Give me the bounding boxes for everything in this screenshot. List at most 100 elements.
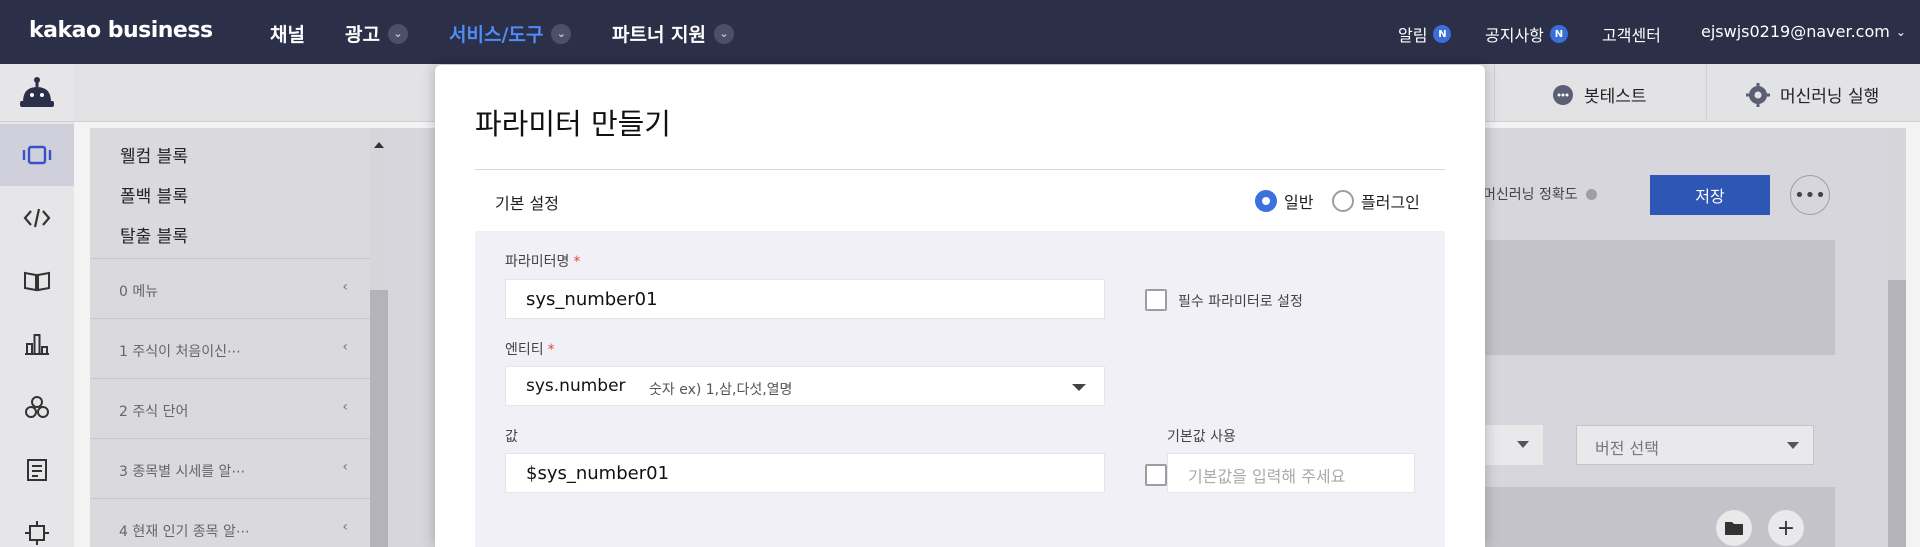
required-mark: * <box>547 342 555 358</box>
radio-plugin[interactable]: 플러그인 <box>1332 189 1420 213</box>
chevron-down-icon: ⌄ <box>714 23 735 44</box>
scenario-label: 3 종목별 시세를 알⋯ <box>119 464 246 480</box>
entity-icon <box>25 396 49 418</box>
notice-link[interactable]: 공지사항 N <box>1485 22 1568 46</box>
rail-entity[interactable] <box>0 376 74 438</box>
nav-ads[interactable]: 광고 ⌄ <box>345 20 408 47</box>
version-select-label: 버전 선택 <box>1595 439 1659 458</box>
account-email: ejswjs0219@naver.com <box>1701 22 1890 41</box>
entity-label: 엔티티 * <box>505 339 555 359</box>
entity-label-text: 엔티티 <box>505 342 544 358</box>
new-badge: N <box>1549 25 1568 43</box>
rail-scenario[interactable] <box>0 124 74 186</box>
caret-down-icon <box>1787 442 1799 449</box>
scenario-label: 1 주식이 처음이신⋯ <box>119 344 241 360</box>
select-box[interactable] <box>1483 425 1543 465</box>
basic-settings-label: 기본 설정 <box>495 194 559 213</box>
param-name-input[interactable]: sys_number01 <box>505 279 1105 319</box>
nav-partner-support[interactable]: 파트너 지원 ⌄ <box>612 20 735 47</box>
rail-knowledge[interactable] <box>0 250 74 312</box>
scenario-item[interactable]: 1 주식이 처음이신⋯ ‹ <box>90 318 370 378</box>
bot-avatar-button[interactable] <box>0 64 74 122</box>
block-list-scroll-thumb[interactable] <box>370 290 388 547</box>
chevron-down-icon: ⌄ <box>387 23 408 44</box>
support-link[interactable]: 고객센터 <box>1602 22 1661 46</box>
chat-bubble-icon <box>1553 84 1573 105</box>
chevron-left-icon: ‹ <box>342 339 348 355</box>
scenario-item[interactable]: 3 종목별 시세를 알⋯ ‹ <box>90 438 370 498</box>
value-input[interactable]: $sys_number01 <box>505 453 1105 493</box>
settings-icon <box>25 521 49 545</box>
nav-partner-support-label: 파트너 지원 <box>612 24 707 46</box>
scenario-label: 4 현재 인기 종목 알⋯ <box>119 524 250 540</box>
nav-services-tools[interactable]: 서비스/도구 ⌄ <box>449 20 572 47</box>
required-param-checkbox[interactable] <box>1145 289 1167 311</box>
radio-checked-icon <box>1255 190 1277 212</box>
scroll-up-arrow-icon[interactable] <box>374 142 384 148</box>
exit-block[interactable]: 탈출 블록 <box>120 222 188 247</box>
radio-unchecked-icon <box>1332 190 1354 212</box>
radio-general[interactable]: 일반 <box>1255 189 1313 213</box>
required-param-checkbox-label: 필수 파라미터로 설정 <box>1178 294 1303 310</box>
default-value-input[interactable]: 기본값을 입력해 주세요 <box>1167 453 1415 493</box>
nav-channel[interactable]: 채널 <box>270 20 305 47</box>
caret-down-icon <box>1072 384 1086 391</box>
support-label: 고객센터 <box>1602 26 1661 45</box>
folder-button[interactable] <box>1716 510 1752 546</box>
divider <box>1706 64 1707 122</box>
block-list: 웰컴 블록 폴백 블록 탈출 블록 0 메뉴 ‹ 1 주식이 처음이신⋯ ‹ 2… <box>90 128 370 547</box>
rail-settings[interactable] <box>0 502 74 547</box>
default-value-checkbox[interactable] <box>1145 464 1167 486</box>
parameter-form: 파라미터명 * sys_number01 필수 파라미터로 설정 엔티티 * sys… <box>475 231 1445 547</box>
add-button[interactable]: + <box>1768 510 1804 546</box>
param-name-label: 파라미터명 * <box>505 251 580 271</box>
welcome-block[interactable]: 웰컴 블록 <box>120 142 188 167</box>
entity-hint: 숫자 ex) 1,삼,다섯,열명 <box>649 382 793 398</box>
entity-dropdown[interactable]: sys.number 숫자 ex) 1,삼,다섯,열명 <box>505 366 1105 406</box>
scenario-icon <box>22 145 52 165</box>
scenario-item[interactable]: 4 현재 인기 종목 알⋯ ‹ <box>90 498 370 547</box>
chevron-down-icon: ⌄ <box>551 23 572 44</box>
gear-icon <box>1746 82 1770 107</box>
chevron-left-icon: ‹ <box>342 279 348 295</box>
nav-services-tools-label: 서비스/도구 <box>449 24 544 46</box>
bot-test-button[interactable]: 봇테스트 <box>1552 82 1647 107</box>
alarm-link[interactable]: 알림 N <box>1398 22 1452 46</box>
editor-scroll-thumb[interactable] <box>1888 280 1906 547</box>
save-button[interactable]: 저장 <box>1650 175 1770 215</box>
ml-accuracy-label: 머신러닝 정확도 <box>1483 187 1578 203</box>
ml-run-button[interactable]: 머신러닝 실행 <box>1746 82 1879 107</box>
rail-form[interactable] <box>0 439 74 501</box>
top-navigation: kakao business 채널 광고 ⌄ 서비스/도구 ⌄ 파트너 지원 ⌄… <box>0 0 1920 64</box>
fallback-block[interactable]: 폴백 블록 <box>120 182 188 207</box>
value-label: 값 <box>505 429 518 445</box>
nav-ads-label: 광고 <box>345 24 380 46</box>
scenario-label: 2 주식 단어 <box>119 404 189 420</box>
more-options-button[interactable]: ••• <box>1790 175 1830 215</box>
version-select[interactable]: 버전 선택 <box>1576 425 1814 465</box>
plus-icon: + <box>1776 515 1796 541</box>
scenario-label: 0 메뉴 <box>119 284 159 300</box>
account-menu[interactable]: ejswjs0219@naver.com ⌄ <box>1701 22 1906 41</box>
alarm-label: 알림 <box>1398 26 1428 45</box>
rail-code[interactable] <box>0 187 74 249</box>
param-name-label-text: 파라미터명 <box>505 254 570 270</box>
notice-label: 공지사항 <box>1485 26 1544 45</box>
rail-analytics[interactable] <box>0 313 74 375</box>
new-badge: N <box>1433 25 1452 43</box>
default-value-label: 기본값 사용 <box>1167 429 1236 445</box>
chevron-left-icon: ‹ <box>342 459 348 475</box>
code-icon <box>23 208 51 228</box>
folder-icon <box>1725 522 1743 535</box>
modal-title: 파라미터 만들기 <box>475 107 671 141</box>
scenario-item[interactable]: 2 주식 단어 ‹ <box>90 378 370 438</box>
kakao-business-logo[interactable]: kakao business <box>29 18 213 43</box>
ml-run-label: 머신러닝 실행 <box>1780 87 1880 107</box>
divider <box>1494 64 1495 122</box>
radio-plugin-label: 플러그인 <box>1361 193 1420 212</box>
chevron-left-icon: ‹ <box>342 519 348 535</box>
scenario-item[interactable]: 0 메뉴 ‹ <box>90 258 370 318</box>
entity-value: sys.number <box>526 376 626 396</box>
divider <box>475 169 1445 170</box>
required-mark: * <box>573 254 581 270</box>
